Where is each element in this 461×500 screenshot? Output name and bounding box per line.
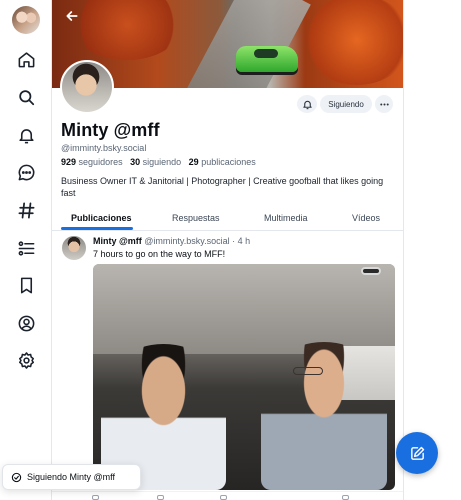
car-ceiling-light xyxy=(361,267,381,275)
followers-label: seguidores xyxy=(78,157,123,167)
post-time-separator: · xyxy=(232,236,236,246)
post-header: Minty @mff @imminty.bsky.social · 4 h xyxy=(93,236,250,246)
posts-count: 29 xyxy=(188,157,199,167)
followers-count: 929 xyxy=(61,157,77,167)
search-icon xyxy=(18,89,34,105)
profile-stats: 929 seguidores 30 siguiendo 29 publicaci… xyxy=(61,157,256,167)
right-side-panel xyxy=(403,0,461,500)
like-icon[interactable] xyxy=(220,495,227,500)
share-icon[interactable] xyxy=(342,495,349,500)
nav-home[interactable] xyxy=(13,46,39,72)
following-button[interactable]: Siguiendo xyxy=(320,95,372,113)
nav-notifications[interactable] xyxy=(13,122,39,148)
left-nav-rail xyxy=(0,0,52,500)
green-car xyxy=(236,46,298,72)
tab-multimedia[interactable]: Multimedia xyxy=(264,205,308,231)
repost-icon[interactable] xyxy=(157,495,164,500)
notify-button[interactable] xyxy=(297,95,317,113)
toast-notification: Siguiendo Minty @mff xyxy=(2,464,141,490)
tab-respuestas[interactable]: Respuestas xyxy=(172,205,220,231)
app-window: Siguiendo Minty @mff @imminty.bsky.socia… xyxy=(0,0,461,500)
post-timestamp[interactable]: 4 h xyxy=(238,236,251,246)
nav-feeds[interactable] xyxy=(13,197,39,223)
nav-lists[interactable] xyxy=(13,235,39,261)
hashtag-icon xyxy=(18,202,34,218)
post-image[interactable] xyxy=(93,264,395,490)
home-icon xyxy=(18,51,34,67)
arrow-left-icon xyxy=(66,11,78,21)
tab-videos[interactable]: Vídeos xyxy=(352,205,380,231)
more-options-button[interactable] xyxy=(375,95,393,113)
settings-icon xyxy=(18,351,34,369)
nav-chat[interactable] xyxy=(13,159,39,185)
following-stat[interactable]: 30 siguiendo xyxy=(130,157,181,167)
followers-stat[interactable]: 929 seguidores xyxy=(61,157,123,167)
posts-stat: 29 publicaciones xyxy=(189,157,256,167)
profile-display-name: Minty @mff xyxy=(61,120,160,140)
profile-avatar[interactable] xyxy=(60,60,114,114)
profile-bio: Business Owner IT & Janitorial | Photogr… xyxy=(61,176,384,198)
toast-text: Siguiendo Minty @mff xyxy=(27,472,116,482)
nav-search[interactable] xyxy=(13,84,39,110)
following-label: siguiendo xyxy=(142,157,182,167)
current-user-avatar[interactable] xyxy=(12,6,40,34)
compose-button[interactable] xyxy=(396,432,438,474)
posts-label: publicaciones xyxy=(201,157,256,167)
post-author-avatar[interactable] xyxy=(62,236,86,260)
profile-handle: @imminty.bsky.social xyxy=(61,143,147,153)
check-circle-icon xyxy=(11,472,22,482)
glasses xyxy=(293,367,323,375)
back-button[interactable] xyxy=(62,6,82,26)
profile-column: Siguiendo Minty @mff @imminty.bsky.socia… xyxy=(52,0,403,500)
pencil-square-icon xyxy=(410,446,424,460)
profile-tabs: Publicaciones Respuestas Multimedia Víde… xyxy=(52,205,403,231)
bell-icon xyxy=(18,128,34,143)
post-author-handle[interactable]: @imminty.bsky.social xyxy=(144,236,229,246)
nav-bookmarks[interactable] xyxy=(13,272,39,298)
post-author-name[interactable]: Minty @mff xyxy=(93,236,142,246)
list-icon xyxy=(18,240,34,256)
post-text: 7 hours to go on the way to MFF! xyxy=(93,249,226,259)
nav-profile[interactable] xyxy=(13,310,39,336)
post-actions-strip xyxy=(52,491,403,500)
chat-icon xyxy=(18,164,34,180)
person-right xyxy=(261,342,387,490)
bookmark-icon xyxy=(20,277,32,293)
nav-settings[interactable] xyxy=(13,347,39,373)
bell-ring-icon xyxy=(302,100,312,109)
ellipsis-icon xyxy=(379,102,389,106)
active-tab-indicator xyxy=(61,227,133,230)
reply-icon[interactable] xyxy=(92,495,99,500)
following-count: 30 xyxy=(130,157,141,167)
profile-icon xyxy=(18,315,34,331)
